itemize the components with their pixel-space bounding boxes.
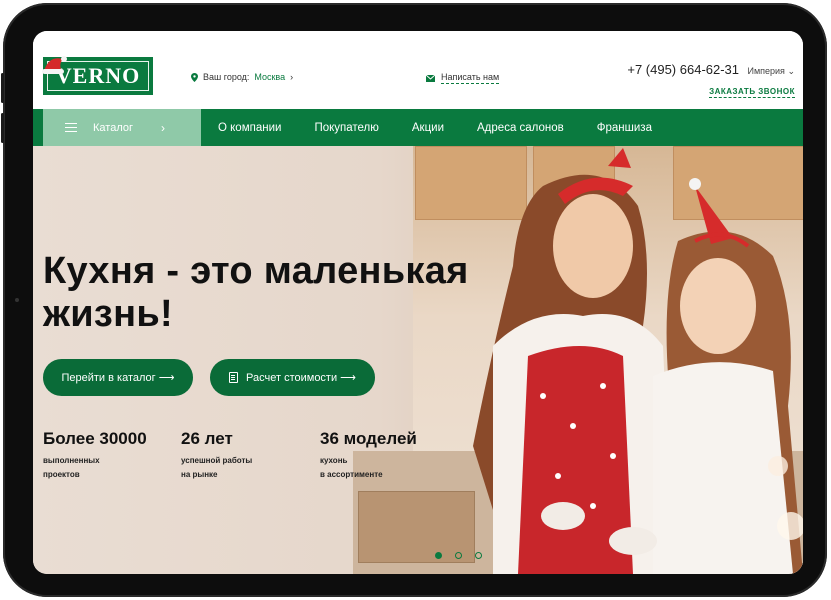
hero-banner: Кухня - это маленькая жизнь! Перейти в к… — [33, 146, 803, 574]
chevron-down-icon: ⌄ — [787, 66, 795, 76]
chevron-right-icon: › — [161, 120, 165, 135]
slider-dot[interactable] — [455, 552, 462, 559]
phone-number[interactable]: +7 (495) 664-62-31 — [627, 62, 739, 77]
stat-caption-line: выполненных — [43, 456, 100, 465]
slider-dot[interactable] — [475, 552, 482, 559]
region-label: Империя — [747, 66, 785, 76]
tablet-frame: VERNO Ваш город: Москва › Написать нам +… — [1, 3, 827, 597]
logo[interactable]: VERNO — [42, 56, 153, 95]
screen: VERNO Ваш город: Москва › Написать нам +… — [33, 31, 803, 574]
callback-button[interactable]: ЗАКАЗАТЬ ЗВОНОК — [709, 87, 795, 98]
slider-dot[interactable] — [435, 552, 442, 559]
nav-link-franchise[interactable]: Франшиза — [597, 122, 652, 134]
write-us-label: Написать нам — [441, 72, 500, 84]
calculator-icon — [229, 372, 239, 383]
city-value[interactable]: Москва — [254, 72, 285, 82]
go-to-catalog-button[interactable]: Перейти в каталог ⟶ — [43, 359, 193, 396]
nav-link-about[interactable]: О компании — [218, 122, 281, 134]
volume-down-button — [1, 113, 4, 143]
menu-icon — [65, 123, 77, 132]
site-header: VERNO Ваш город: Москва › Написать нам +… — [33, 45, 803, 109]
stat-caption-line: кухонь — [320, 456, 348, 465]
stat-caption-line: в ассортименте — [320, 470, 383, 479]
stat-caption: кухонь в ассортименте — [320, 454, 410, 482]
stat-value: 26 лет — [181, 429, 233, 448]
nav-link-salons[interactable]: Адреса салонов — [477, 122, 564, 134]
catalog-button[interactable]: Каталог › — [43, 109, 201, 146]
stat-models: 36 моделей кухонь в ассортименте — [320, 429, 417, 482]
location-pin-icon — [191, 72, 198, 82]
santa-hat-icon — [42, 56, 67, 74]
hero-title-line2: жизнь! — [43, 293, 173, 335]
stat-years: 26 лет успешной работы на рынке — [181, 429, 271, 482]
price-calculation-button[interactable]: Расчет стоимости ⟶ — [210, 359, 375, 396]
slider-dots — [435, 552, 482, 559]
volume-up-button — [1, 73, 4, 103]
phone-block: +7 (495) 664-62-31 Империя ⌄ ЗАКАЗАТЬ ЗВ… — [627, 61, 795, 99]
stat-caption-line: проектов — [43, 470, 80, 479]
stat-caption-line: успешной работы — [181, 456, 253, 465]
stat-caption-line: на рынке — [181, 470, 218, 479]
stat-projects: Более 30000 выполненных проектов — [43, 429, 147, 482]
browser-top-strip — [33, 31, 803, 46]
write-us-link[interactable]: Написать нам — [426, 72, 500, 84]
front-camera — [15, 298, 19, 302]
stat-value: 36 моделей — [320, 429, 417, 448]
stat-caption: выполненных проектов — [43, 454, 133, 482]
chevron-right-icon: › — [290, 72, 294, 82]
nav-link-promotions[interactable]: Акции — [412, 122, 444, 134]
envelope-icon — [426, 74, 435, 82]
city-label: Ваш город: — [203, 72, 250, 82]
catalog-label: Каталог — [93, 121, 133, 134]
stat-value: Более 30000 — [43, 429, 147, 448]
nav-links: О компании Покупателю Акции Адреса салон… — [218, 109, 685, 146]
price-calculation-label: Расчет стоимости ⟶ — [246, 372, 356, 384]
hero-title: Кухня - это маленькая жизнь! — [43, 250, 469, 336]
stat-caption: успешной работы на рынке — [181, 454, 271, 482]
main-nav: Каталог › О компании Покупателю Акции Ад… — [33, 109, 803, 146]
nav-link-buyer[interactable]: Покупателю — [314, 122, 378, 134]
hero-photo-people — [473, 148, 803, 574]
city-selector[interactable]: Ваш город: Москва › — [191, 72, 293, 82]
region-selector[interactable]: Империя ⌄ — [747, 66, 795, 76]
hero-title-line1: Кухня - это маленькая — [43, 250, 469, 292]
